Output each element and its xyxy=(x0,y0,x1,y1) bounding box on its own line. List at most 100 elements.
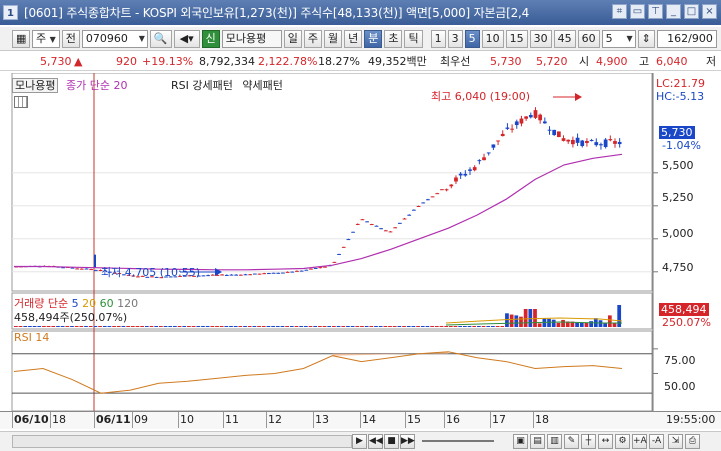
volume-bar xyxy=(388,326,392,327)
crosshair-icon[interactable]: ┼ xyxy=(581,434,596,449)
volume-bar xyxy=(523,309,528,327)
x-tick-mark xyxy=(490,412,491,428)
candle-body xyxy=(412,209,416,211)
open-label: 시 xyxy=(579,55,590,68)
close-button[interactable]: × xyxy=(702,4,717,19)
legend-stock[interactable]: 모나용평 xyxy=(12,78,59,93)
candle-body xyxy=(599,144,603,146)
price-chart-svg[interactable] xyxy=(0,73,721,433)
candle-body xyxy=(262,273,267,275)
minute-1-button[interactable]: 1 xyxy=(430,29,446,48)
max-label: 최고 6,040 (19:00) xyxy=(431,90,531,103)
chart-menu-icon[interactable]: ▦ xyxy=(12,29,30,48)
volume-bar xyxy=(275,326,280,327)
tab-minute[interactable]: 분 xyxy=(364,29,383,48)
volume-bar xyxy=(121,326,126,327)
tab-year[interactable]: 년 xyxy=(344,29,363,48)
y-tick-5500: 5,500 xyxy=(662,159,694,172)
x-tick-label: 13 xyxy=(315,413,329,426)
x-tick-mark xyxy=(533,412,534,428)
x-tick-mark xyxy=(313,412,314,428)
minimize-button[interactable]: _ xyxy=(666,4,681,19)
search-icon[interactable]: 🔍 xyxy=(149,29,172,48)
tab-day[interactable]: 일 xyxy=(283,29,302,48)
candle-body xyxy=(514,121,519,126)
minute-10-button[interactable]: 10 xyxy=(481,29,504,48)
tab-second[interactable]: 초 xyxy=(384,29,403,48)
lc-label: LC:21.79 xyxy=(656,77,706,90)
export-icon[interactable]: ⇲ xyxy=(668,434,683,449)
font-decrease-icon[interactable]: -A xyxy=(649,434,664,449)
grid-icon[interactable] xyxy=(14,96,28,108)
stock-code-input[interactable]: 070960 ▼ xyxy=(81,29,148,48)
candle-body xyxy=(482,157,486,161)
volume-bar xyxy=(486,326,491,327)
candle-body xyxy=(89,269,94,271)
fast-forward-icon[interactable]: ▶▶ xyxy=(400,434,415,449)
volume-bar xyxy=(46,326,51,327)
volume-bar xyxy=(182,326,187,327)
legend-rsi-pattern[interactable]: RSI 강세패턴 xyxy=(171,79,233,92)
x-tick-label: 10 xyxy=(180,413,194,426)
minute-60-button[interactable]: 60 xyxy=(577,29,600,48)
volume-bar xyxy=(154,326,159,327)
scope-button[interactable]: 전 xyxy=(61,29,80,48)
stop-icon[interactable]: ■ xyxy=(384,434,399,449)
font-increase-icon[interactable]: +A xyxy=(632,434,647,449)
chart-area[interactable]: 모나용평 종가 단순 20 RSI 강세패턴 약세패턴 최고 6,040 (19… xyxy=(0,73,721,433)
count-field[interactable]: 162/900 xyxy=(656,29,717,48)
minute-15-button[interactable]: 15 xyxy=(505,29,528,48)
restore-icon[interactable]: ▭ xyxy=(630,4,645,19)
minute-3-button[interactable]: 3 xyxy=(447,29,463,48)
volume-bar xyxy=(332,326,336,327)
minute-45-button[interactable]: 45 xyxy=(553,29,576,48)
price-panel-frame xyxy=(11,73,653,292)
legend-ma20[interactable]: 종가 단순 20 xyxy=(66,79,127,92)
candle-body xyxy=(510,128,514,130)
volume-bar xyxy=(201,326,205,327)
maximize-button[interactable]: □ xyxy=(684,4,699,19)
candle-body xyxy=(589,140,594,142)
volume-bar xyxy=(116,326,121,327)
legend-rsi-pattern-weak[interactable]: 약세패턴 xyxy=(242,79,282,92)
volume-bar xyxy=(23,326,28,327)
chart-scrollbar[interactable] xyxy=(12,435,352,448)
draw-icon[interactable]: ✎ xyxy=(564,434,579,449)
volume-bar xyxy=(42,326,46,327)
zoom-slider[interactable] xyxy=(422,440,494,442)
scroll-right-icon[interactable]: ▶ xyxy=(352,434,367,449)
print-icon[interactable]: ⎙ xyxy=(685,434,700,449)
zoom-icon[interactable]: ⇕ xyxy=(637,29,655,48)
volume-bar xyxy=(173,326,177,327)
volume-bar xyxy=(60,326,65,327)
table-icon[interactable]: ▤ xyxy=(530,434,545,449)
volume-bar xyxy=(495,326,500,327)
candle-body xyxy=(346,239,351,241)
link-icon[interactable]: ⌗ xyxy=(612,4,627,19)
x-tick-label: 12 xyxy=(268,413,282,426)
minute-5-button[interactable]: 5 xyxy=(464,29,480,48)
volume-bar xyxy=(406,326,411,327)
volume-pct: 250.07% xyxy=(662,316,711,329)
rsi-label[interactable]: RSI 14 xyxy=(14,331,49,344)
candle-body xyxy=(463,173,468,176)
layout-icon[interactable]: ▣ xyxy=(513,434,528,449)
minute-30-button[interactable]: 30 xyxy=(529,29,552,48)
market-select[interactable]: 주 ▼ xyxy=(32,29,60,48)
settings-icon[interactable]: ⚙ xyxy=(615,434,630,449)
pin-icon[interactable]: ⊤ xyxy=(648,4,663,19)
candle-body xyxy=(449,184,454,187)
x-tick-label: 14 xyxy=(362,413,376,426)
compare-icon[interactable]: ▥ xyxy=(547,434,562,449)
change-rate: +19.13% xyxy=(142,55,194,68)
tab-week[interactable]: 주 xyxy=(303,29,322,48)
speaker-icon[interactable]: ◀▾ xyxy=(173,29,200,48)
tab-month[interactable]: 월 xyxy=(323,29,343,48)
tab-tick[interactable]: 틱 xyxy=(404,29,423,48)
rewind-icon[interactable]: ◀◀ xyxy=(368,434,383,449)
volume-bar xyxy=(135,326,140,327)
volume-bar xyxy=(56,326,60,327)
interval-select[interactable]: 5 ▼ xyxy=(601,29,636,48)
pan-icon[interactable]: ↔ xyxy=(598,434,613,449)
volume-bar xyxy=(556,322,561,327)
